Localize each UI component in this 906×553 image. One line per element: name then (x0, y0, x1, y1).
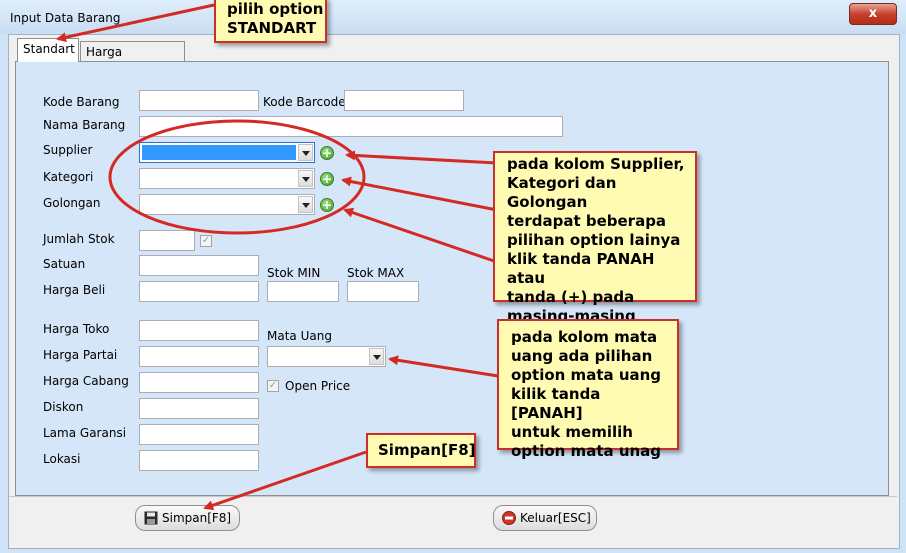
kategori-dropdown-arrow-icon[interactable] (298, 170, 313, 187)
kategori-combo[interactable] (139, 168, 315, 189)
harga-partai-input[interactable] (139, 346, 259, 367)
kode-barang-input[interactable] (139, 90, 259, 111)
callout-line: pada kolom Supplier, (507, 155, 685, 173)
stok-max-input[interactable] (347, 281, 419, 302)
diskon-input[interactable] (139, 398, 259, 419)
window-title: Input Data Barang (10, 11, 121, 25)
callout-simpan: Simpan[F8] (366, 433, 476, 468)
harga-toko-label: Harga Toko (43, 322, 110, 336)
callout-line: tanda (+) pada (507, 288, 635, 306)
golongan-combo[interactable] (139, 194, 315, 215)
jumlah-stok-label: Jumlah Stok (43, 232, 115, 246)
open-price-label: Open Price (285, 379, 351, 393)
stok-min-label: Stok MIN (267, 266, 321, 280)
nama-barang-input[interactable] (139, 116, 563, 137)
lokasi-input[interactable] (139, 450, 259, 471)
close-button[interactable]: x (849, 3, 897, 25)
exit-icon (502, 511, 516, 525)
supplier-dropdown-arrow-icon[interactable] (298, 144, 313, 161)
callout-line: pada kolom mata (511, 328, 658, 346)
diskon-label: Diskon (43, 400, 84, 414)
callout-line: STANDART (227, 19, 317, 37)
callout-line: terdapat beberapa (507, 212, 667, 230)
golongan-label: Golongan (43, 196, 101, 210)
simpan-button[interactable]: Simpan[F8] (135, 505, 240, 531)
callout-line: uang ada pilihan (511, 347, 653, 365)
simpan-button-label: Simpan[F8] (162, 511, 232, 525)
kategori-add-icon[interactable]: + (320, 172, 334, 186)
harga-beli-input[interactable] (139, 281, 259, 302)
harga-beli-label: Harga Beli (43, 283, 106, 297)
golongan-add-icon[interactable]: + (320, 198, 334, 212)
callout-line: option mata uang (511, 366, 662, 384)
supplier-combo[interactable] (139, 142, 315, 163)
mata-uang-combo[interactable] (267, 346, 386, 367)
kode-barang-label: Kode Barang (43, 95, 120, 109)
keluar-button[interactable]: Keluar[ESC] (493, 505, 597, 531)
callout-line: option mata unag (511, 442, 662, 460)
tab-harga-bertingkat[interactable]: Harga Bertingkat (80, 41, 185, 79)
supplier-selection (142, 145, 296, 160)
kategori-label: Kategori (43, 170, 94, 184)
harga-cabang-input[interactable] (139, 372, 259, 393)
callout-line: Kategori dan Golongan (507, 174, 617, 211)
lama-garansi-label: Lama Garansi (43, 426, 127, 440)
supplier-add-icon[interactable]: + (320, 146, 334, 160)
supplier-label: Supplier (43, 143, 93, 157)
lokasi-label: Lokasi (43, 452, 81, 466)
nama-barang-label: Nama Barang (43, 118, 126, 132)
mata-uang-label: Mata Uang (267, 329, 332, 343)
satuan-input[interactable] (139, 255, 259, 276)
kode-barcode-input[interactable] (344, 90, 464, 111)
lama-garansi-input[interactable] (139, 424, 259, 445)
tab-standart[interactable]: Standart (17, 38, 79, 62)
harga-cabang-label: Harga Cabang (43, 374, 129, 388)
satuan-label: Satuan (43, 257, 86, 271)
keluar-button-label: Keluar[ESC] (520, 511, 591, 525)
mata-uang-dropdown-arrow-icon[interactable] (369, 348, 384, 365)
title-bar (0, 0, 906, 34)
callout-line: pilih option (227, 0, 324, 18)
save-icon (144, 511, 158, 525)
jumlah-stok-checkbox[interactable]: ✓ (200, 235, 212, 247)
harga-partai-label: Harga Partai (43, 348, 118, 362)
open-price-checkbox[interactable]: ✓ (267, 380, 279, 392)
callout-line: pilihan option lainya (507, 231, 681, 249)
harga-toko-input[interactable] (139, 320, 259, 341)
callout-line: Simpan[F8] (378, 441, 476, 459)
callout-mata-uang: pada kolom mata uang ada pilihan option … (497, 319, 679, 460)
callout-line: kilik tanda [PANAH] (511, 385, 601, 422)
golongan-dropdown-arrow-icon[interactable] (298, 196, 313, 213)
callout-pilih-standart: pilih option STANDART (214, 0, 327, 43)
callout-line: klik tanda PANAH atau (507, 250, 655, 287)
callout-line: untuk memilih (511, 423, 633, 441)
jumlah-stok-input[interactable] (139, 230, 195, 251)
callout-supplier-kategori-golongan: pada kolom Supplier, Kategori dan Golong… (493, 151, 697, 344)
stok-min-input[interactable] (267, 281, 339, 302)
kode-barcode-label: Kode Barcode (263, 95, 346, 109)
stok-max-label: Stok MAX (347, 266, 405, 280)
